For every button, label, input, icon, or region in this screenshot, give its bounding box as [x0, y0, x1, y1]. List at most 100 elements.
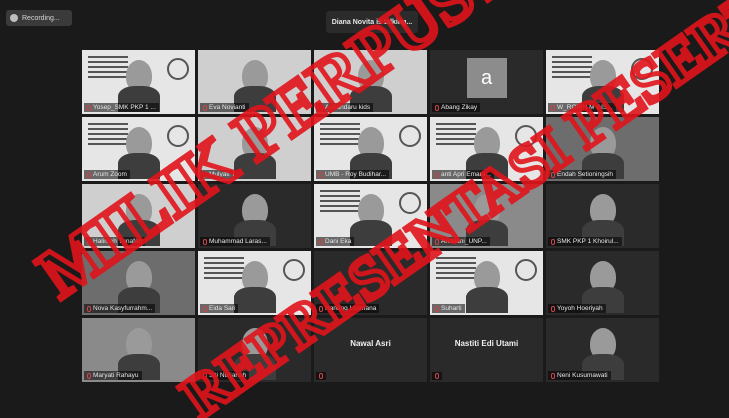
- muted-mic-icon: [551, 104, 555, 111]
- participant-tile[interactable]: Yoyoh Hoeriyah: [546, 251, 659, 315]
- participant-tile[interactable]: Arum Zoom: [82, 117, 195, 181]
- participant-name: Dani Eka: [325, 238, 352, 245]
- muted-mic-icon: [435, 238, 439, 245]
- participant-tile[interactable]: Mulyati: [198, 117, 311, 181]
- muted-mic-icon: [319, 238, 323, 245]
- participant-tile[interactable]: Siti Nurjanah: [198, 318, 311, 382]
- participant-name-label: Neni Kusumawati: [548, 371, 611, 380]
- participant-name-label: [432, 372, 442, 380]
- muted-mic-icon: [435, 305, 439, 312]
- muted-mic-icon: [551, 238, 555, 245]
- participant-tile[interactable]: Halimah Tunafah: [82, 184, 195, 248]
- participant-name: Mulyati: [209, 171, 230, 178]
- participant-name-label: Yoyoh Hoeriyah: [548, 304, 606, 313]
- participant-name-label: Yosep_SMK PKP 1 ...: [84, 103, 159, 112]
- participant-name: Nova Kasyfurrahm...: [93, 305, 153, 312]
- participant-tile[interactable]: UMB - Roy Budihar...: [314, 117, 427, 181]
- participant-tile[interactable]: a Abang Zikay: [430, 50, 543, 114]
- participant-name-label: Eida Sari: [200, 304, 239, 313]
- muted-mic-icon: [319, 104, 323, 111]
- participant-tile[interactable]: Nastiti Edi Utami: [430, 318, 543, 382]
- participant-video: [117, 328, 160, 380]
- participant-name: Nanang Lesmana: [325, 305, 377, 312]
- participant-name-label: Halimah Tunafah: [84, 237, 146, 246]
- participant-tile[interactable]: Neni Kusumawati: [546, 318, 659, 382]
- participant-name: Eida Sari: [209, 305, 236, 312]
- participant-name-label: SMK PKP 1 Khoirul...: [548, 237, 622, 246]
- participant-video: [233, 127, 276, 179]
- participant-tile[interactable]: W_ROBIN M INS...: [546, 50, 659, 114]
- participant-name: Maryati Rahayu: [93, 372, 139, 379]
- participant-name-label: Maryati Rahayu: [84, 371, 142, 380]
- participant-tile[interactable]: Eva Novianti: [198, 50, 311, 114]
- participant-tile[interactable]: Suharti: [430, 251, 543, 315]
- participant-name-label: W_ROBIN M INS...: [548, 103, 616, 112]
- participant-video: [465, 127, 508, 179]
- participant-video: [117, 60, 160, 112]
- muted-mic-icon: [203, 372, 207, 379]
- participant-name-label: Nova Kasyfurrahm...: [84, 304, 156, 313]
- participant-name: Eva Novianti: [209, 104, 246, 111]
- participant-tile[interactable]: Adriandaru kids: [314, 50, 427, 114]
- recording-indicator[interactable]: Recording...: [6, 10, 72, 26]
- participant-name-label: Siti Nurjanah: [200, 371, 250, 380]
- muted-mic-icon: [87, 372, 91, 379]
- participant-tile[interactable]: Endah Setioningsih: [546, 117, 659, 181]
- participant-video: [233, 194, 276, 246]
- gallery-grid: Yosep_SMK PKP 1 ... Eva Novianti Adriandar…: [82, 50, 659, 382]
- participant-tile[interactable]: Eida Sari: [198, 251, 311, 315]
- muted-mic-icon: [319, 305, 323, 312]
- muted-mic-icon: [319, 171, 323, 178]
- participant-name: anti Apri Emara...: [441, 171, 491, 178]
- participant-name-label: Arum Zoom: [84, 170, 130, 179]
- participant-name-label: Endah Setioningsih: [548, 170, 617, 179]
- participant-name: Endah Setioningsih: [557, 171, 614, 178]
- participant-video: [117, 261, 160, 313]
- participant-name: W_ROBIN M INS...: [557, 104, 613, 111]
- participant-tile[interactable]: SMK PKP 1 Khoirul...: [546, 184, 659, 248]
- participant-name: Yoyoh Hoeriyah: [557, 305, 603, 312]
- participant-video: [233, 328, 276, 380]
- muted-mic-icon: [203, 171, 207, 178]
- participant-tile[interactable]: Nawal Asri: [314, 318, 427, 382]
- participant-name-label: Abang Zikay: [432, 103, 481, 112]
- participant-video: [349, 127, 392, 179]
- participant-name: Siti Nurjanah: [209, 372, 247, 379]
- participant-name-label: UMB - Roy Budihar...: [316, 170, 390, 179]
- muted-mic-icon: [551, 171, 555, 178]
- participant-tile[interactable]: Yosep_SMK PKP 1 ...: [82, 50, 195, 114]
- participant-name-label: Mulyati: [200, 170, 233, 179]
- muted-mic-icon: [203, 104, 207, 111]
- participant-tile[interactable]: Nova Kasyfurrahm...: [82, 251, 195, 315]
- muted-mic-icon: [87, 104, 91, 111]
- participant-video: [465, 261, 508, 313]
- participant-avatar: a: [466, 58, 507, 98]
- participant-name-label: Muhammad Laras...: [200, 237, 270, 246]
- muted-mic-icon: [551, 372, 555, 379]
- participant-name-label: Eva Novianti: [200, 103, 249, 112]
- participant-tile[interactable]: Nanang Lesmana: [314, 251, 427, 315]
- muted-mic-icon: [87, 171, 91, 178]
- participant-tile[interactable]: anti Apri Emara...: [430, 117, 543, 181]
- participant-center-name: Nawal Asri: [350, 338, 391, 348]
- participant-name: Neni Kusumawati: [557, 372, 608, 379]
- participant-name: Halimah Tunafah: [93, 238, 143, 245]
- muted-mic-icon: [551, 305, 555, 312]
- participant-video: [581, 194, 624, 246]
- muted-mic-icon: [203, 305, 207, 312]
- participant-tile[interactable]: Dani Eka: [314, 184, 427, 248]
- participant-name: Arum Zoom: [93, 171, 127, 178]
- participant-video: [233, 261, 276, 313]
- participant-tile[interactable]: Muhammad Laras...: [198, 184, 311, 248]
- participant-video: [117, 127, 160, 179]
- recording-label: Recording...: [22, 14, 60, 22]
- participant-video: [233, 60, 276, 112]
- participant-tile[interactable]: Andriani_UNP...: [430, 184, 543, 248]
- muted-mic-icon: [87, 305, 91, 312]
- participant-name-label: anti Apri Emara...: [432, 170, 494, 179]
- participant-name-label: Adriandaru kids: [316, 103, 374, 112]
- participant-name: UMB - Roy Budihar...: [325, 171, 387, 178]
- participant-video: [349, 194, 392, 246]
- participant-tile[interactable]: Maryati Rahayu: [82, 318, 195, 382]
- participant-name-label: Suharti: [432, 304, 465, 313]
